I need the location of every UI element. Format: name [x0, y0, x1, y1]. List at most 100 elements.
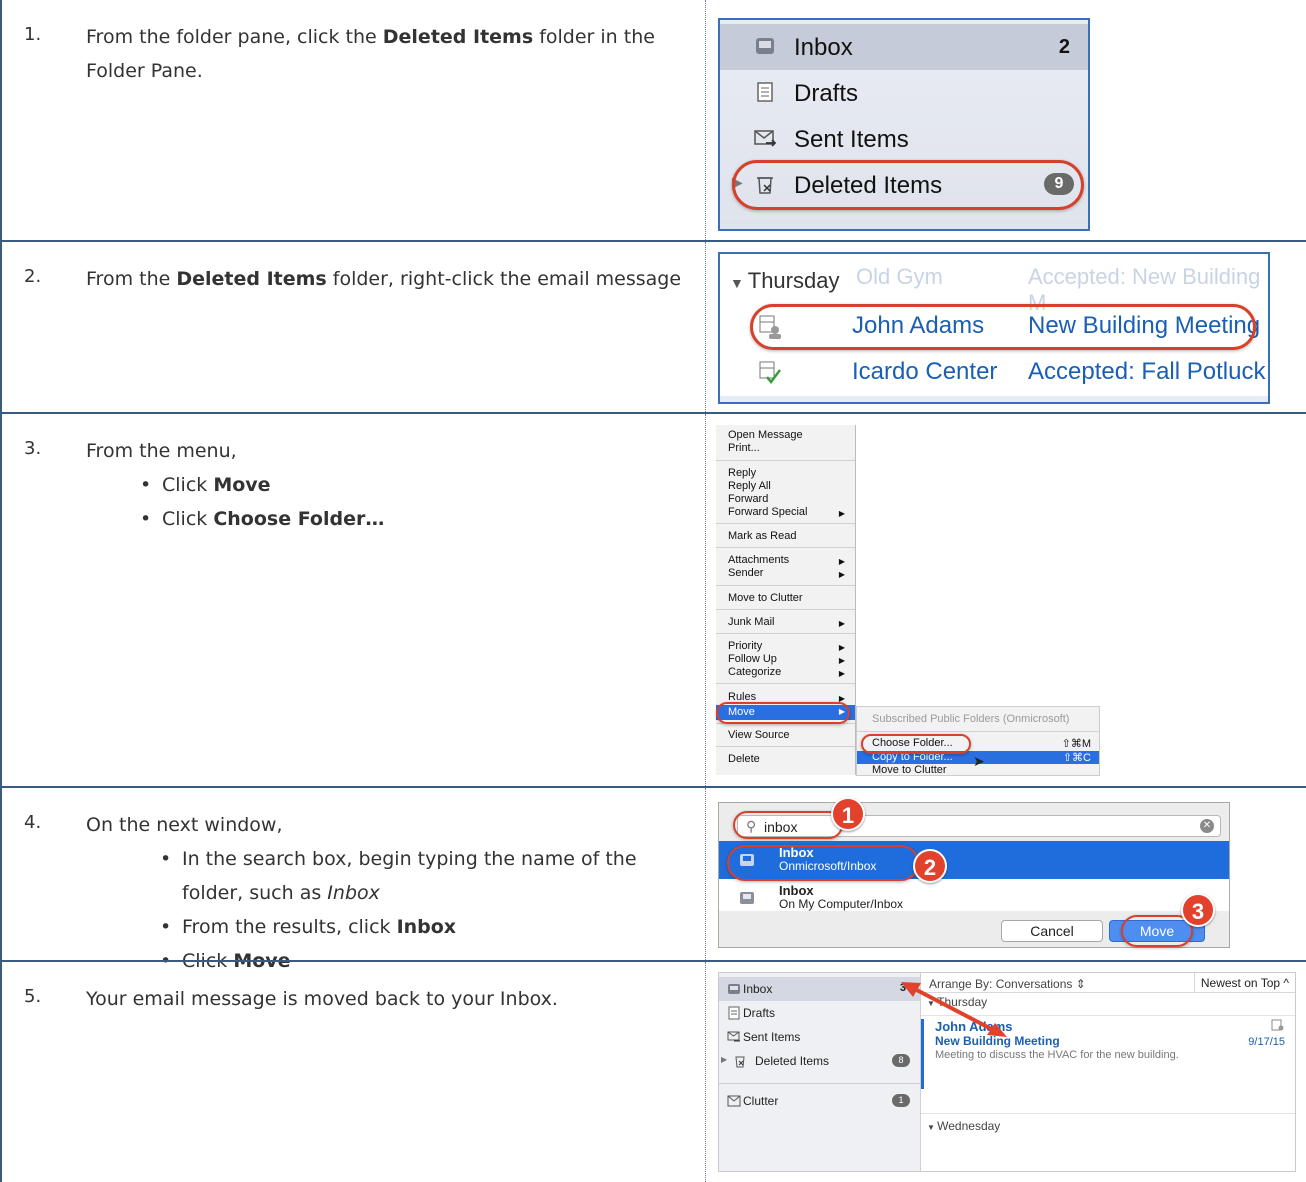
folder-label: Sent Items: [743, 1030, 801, 1044]
folder-label: Clutter: [743, 1094, 779, 1108]
step-row-3: 3. From the menu, • Click Move • Click Cho…: [0, 414, 1306, 786]
step-text-cell: 3. From the menu, • Click Move • Click Cho…: [0, 414, 705, 786]
step-text: From the Deleted Items folder, right-cli…: [86, 268, 682, 290]
trash-icon: [735, 1056, 745, 1068]
submenu-arrow-icon: ▶: [838, 643, 845, 652]
result-item[interactable]: Inbox On My Computer/Inbox: [719, 879, 1229, 917]
menu-separator: [716, 746, 855, 747]
callout-number: 3: [1181, 893, 1215, 927]
day-header: ▼ Thursday: [730, 268, 840, 293]
expand-arrow-icon[interactable]: ▶: [721, 1055, 727, 1064]
sidebar-item-drafts[interactable]: Drafts: [719, 1001, 920, 1025]
menu-item[interactable]: Forward Special: [728, 506, 807, 518]
highlight-oval: [733, 811, 843, 839]
menu-item[interactable]: Reply: [728, 467, 756, 479]
step-number: 5.: [24, 986, 42, 1007]
submenu-arrow-icon: ▶: [838, 656, 845, 665]
result-path: On My Computer/Inbox: [779, 897, 904, 911]
step-number: 3.: [24, 438, 42, 459]
sidebar-item-inbox[interactable]: Inbox 3: [719, 977, 920, 1001]
inbox-icon: [728, 984, 740, 994]
folder-label: Drafts: [743, 1006, 776, 1020]
menu-separator: [716, 460, 855, 461]
menu-item[interactable]: Reply All: [728, 480, 771, 492]
menu-item[interactable]: Forward: [728, 493, 768, 505]
message-list-screenshot: ▼ Thursday Old Gym Accepted: New Buildin…: [718, 252, 1270, 404]
menu-item[interactable]: Attachments: [728, 554, 789, 566]
list-footer: [720, 396, 1268, 402]
move-submenu: Subscribed Public Folders (Onmicrosoft) …: [856, 706, 1100, 776]
step-text-cell: 1. From the folder pane, click the Delet…: [0, 0, 705, 240]
bullet-list: • Click Move • Click Choose Folder…: [140, 468, 686, 536]
submenu-arrow-icon: ▶: [838, 509, 845, 518]
folder-label: Deleted Items: [755, 1054, 830, 1068]
step-text: From the menu, • Click Move • Click Choose…: [86, 434, 686, 536]
folder-drafts[interactable]: Drafts: [720, 70, 1088, 116]
step-text-cell: 2. From the Deleted Items folder, right-…: [0, 242, 705, 412]
highlight-oval: [716, 702, 850, 724]
menu-item[interactable]: Categorize: [728, 666, 781, 678]
menu-item[interactable]: View Source: [728, 729, 790, 741]
menu-item[interactable]: Print...: [728, 442, 760, 454]
context-menu: Open Message Print... Reply Reply All Fo…: [716, 425, 856, 775]
folder-pane-screenshot: Inbox 2 Drafts Sent Items ▶ Deleted Item…: [718, 18, 1090, 231]
step-text-cell: 5. Your email message is moved back to y…: [0, 962, 705, 1182]
menu-item[interactable]: Junk Mail: [728, 616, 774, 628]
step-text: On the next window, • In the search box, …: [86, 808, 686, 978]
callout-number: 2: [913, 849, 947, 883]
menu-separator: [716, 585, 855, 586]
step-intro: On the next window,: [86, 814, 283, 836]
menu-item[interactable]: Mark as Read: [728, 530, 796, 542]
clutter-icon: [727, 1095, 741, 1107]
bullet-item: • In the search box, begin typing the nam…: [160, 848, 637, 904]
drafts-icon: [728, 1006, 740, 1020]
menu-item[interactable]: Move to Clutter: [728, 592, 803, 604]
cursor-icon: ➤: [973, 753, 985, 769]
step-row-1: 1. From the folder pane, click the Delet…: [0, 0, 1306, 240]
menu-item[interactable]: Sender: [728, 567, 763, 579]
cancel-button[interactable]: Cancel: [1001, 920, 1103, 942]
bullet-item: • From the results, click Inbox: [160, 916, 457, 938]
message-subject: Accepted: Fall Potluck: [1028, 358, 1266, 385]
sidebar-item-sent[interactable]: Sent Items: [719, 1025, 920, 1049]
highlight-oval: [861, 734, 971, 754]
choose-folder-dialog: ⚲ inbox ✕ 1 Inbox Onmicrosoft/Inbox Inbo…: [718, 797, 1230, 948]
folder-label: Inbox: [743, 982, 773, 996]
menu-item[interactable]: Follow Up: [728, 653, 777, 665]
submenu-arrow-icon: ▶: [838, 557, 845, 566]
sidebar-item-clutter[interactable]: Clutter 1: [719, 1089, 920, 1113]
folder-sent-items[interactable]: Sent Items: [720, 116, 1088, 162]
highlight-oval: [727, 845, 919, 881]
menu-item[interactable]: Delete: [728, 753, 760, 765]
menu-separator: [716, 633, 855, 634]
folder-label: Sent Items: [794, 126, 909, 153]
menu-separator: [716, 609, 855, 610]
pointer-arrow-icon: [901, 982, 1007, 1037]
step-text: Your email message is moved back to your…: [86, 988, 558, 1010]
menu-separator: [716, 523, 855, 524]
sort-dropdown[interactable]: Newest on Top ^: [1193, 973, 1295, 993]
highlight-oval: [750, 304, 1256, 350]
message-date: 9/17/15: [1248, 1036, 1285, 1048]
folder-inbox[interactable]: Inbox 2: [720, 24, 1088, 70]
drafts-icon: [757, 82, 773, 102]
step-text-cell: 4. On the next window, • In the search bo…: [0, 788, 705, 972]
bullet-list: • In the search box, begin typing the nam…: [160, 842, 686, 978]
step-text: From the folder pane, click the Deleted …: [86, 26, 655, 82]
message-preview: Meeting to discuss the HVAC for the new …: [935, 1049, 1179, 1061]
submenu-header: Subscribed Public Folders (Onmicrosoft): [872, 713, 1070, 725]
clear-icon[interactable]: ✕: [1200, 819, 1214, 833]
menu-item[interactable]: Open Message: [728, 429, 803, 441]
ghost-sender: Old Gym: [856, 264, 943, 289]
menu-separator: [716, 547, 855, 548]
menu-item[interactable]: Priority: [728, 640, 762, 652]
callout-number: 1: [831, 797, 865, 831]
submenu-arrow-icon: ▶: [838, 669, 845, 678]
menu-separator: [716, 683, 855, 684]
message-row[interactable]: Icardo Center Accepted: Fall Potluck: [720, 352, 1268, 396]
count-badge: 1: [892, 1094, 910, 1107]
inbox-icon: [756, 38, 774, 54]
menu-separator: [857, 731, 1099, 732]
sidebar-item-deleted[interactable]: ▶ Deleted Items 8: [719, 1049, 920, 1073]
divider: [719, 1083, 920, 1084]
